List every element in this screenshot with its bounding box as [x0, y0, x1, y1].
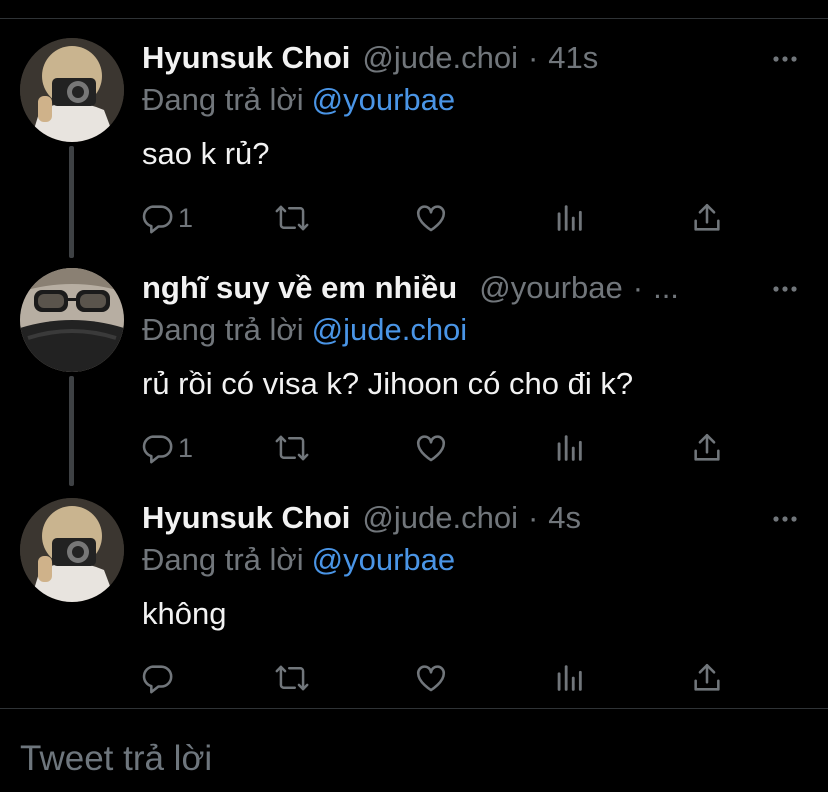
reply-icon — [140, 201, 174, 235]
tweet[interactable]: Hyunsuk Choi @jude.choi · 41s Đang trả l… — [0, 38, 828, 238]
author-name[interactable]: Hyunsuk Choi — [142, 500, 350, 536]
top-divider — [0, 18, 828, 19]
reply-count: 1 — [178, 202, 194, 233]
share-button[interactable] — [690, 428, 724, 468]
separator-dot: · — [527, 40, 539, 75]
like-icon — [414, 661, 448, 695]
author-handle[interactable]: @jude.choi — [362, 500, 518, 536]
like-button[interactable] — [414, 198, 448, 238]
avatar[interactable] — [20, 268, 124, 372]
analytics-icon — [552, 201, 586, 235]
reply-prefix: Đang trả lời — [142, 312, 304, 347]
timestamp[interactable]: 4s — [548, 500, 581, 536]
reply-count: 1 — [178, 432, 194, 463]
tweet[interactable]: nghĩ suy về em nhiều @yourbae · ... Đang… — [0, 268, 828, 468]
tweet-text: rủ rồi có visa k? Jihoon có cho đi k? — [142, 366, 634, 401]
more-icon[interactable] — [772, 46, 798, 72]
reply-button[interactable] — [140, 658, 178, 698]
author-handle[interactable]: @jude.choi — [362, 40, 518, 76]
more-icon[interactable] — [772, 276, 798, 302]
retweet-icon — [274, 201, 310, 235]
like-button[interactable] — [414, 658, 448, 698]
like-button[interactable] — [414, 428, 448, 468]
analytics-button[interactable] — [552, 198, 586, 238]
analytics-icon — [552, 661, 586, 695]
analytics-button[interactable] — [552, 428, 586, 468]
mention-link[interactable]: @yourbae — [312, 82, 456, 117]
retweet-icon — [274, 661, 310, 695]
retweet-button[interactable] — [274, 198, 310, 238]
tweet-text: không — [142, 596, 227, 631]
reply-icon — [140, 431, 174, 465]
action-bar — [140, 658, 740, 698]
separator-dot: · — [632, 270, 644, 305]
reply-button[interactable]: 1 — [140, 428, 193, 468]
share-button[interactable] — [690, 658, 724, 698]
action-bar: 1 — [140, 428, 740, 468]
tweet[interactable]: Hyunsuk Choi @jude.choi · 4s Đang trả lờ… — [0, 498, 828, 698]
retweet-button[interactable] — [274, 658, 310, 698]
timestamp[interactable]: ... — [653, 270, 679, 306]
mention-link[interactable]: @yourbae — [312, 542, 456, 577]
separator-dot: · — [527, 500, 539, 535]
avatar[interactable] — [20, 38, 124, 142]
reply-context: Đang trả lời @jude.choi — [142, 312, 467, 348]
avatar[interactable] — [20, 498, 124, 602]
share-button[interactable] — [690, 198, 724, 238]
reply-icon — [140, 661, 174, 695]
retweet-button[interactable] — [274, 428, 310, 468]
retweet-icon — [274, 431, 310, 465]
author-name[interactable]: Hyunsuk Choi — [142, 40, 350, 76]
tweet-header: Hyunsuk Choi @jude.choi · 41s — [142, 38, 598, 78]
mention-link[interactable]: @jude.choi — [312, 312, 468, 347]
like-icon — [414, 201, 448, 235]
share-icon — [690, 201, 724, 235]
share-icon — [690, 661, 724, 695]
share-icon — [690, 431, 724, 465]
reply-context: Đang trả lời @yourbae — [142, 82, 455, 118]
tweet-text: sao k rủ? — [142, 136, 270, 171]
tweet-header: nghĩ suy về em nhiều @yourbae · ... — [142, 268, 679, 308]
more-icon[interactable] — [772, 506, 798, 532]
reply-input[interactable] — [18, 736, 802, 782]
author-handle[interactable]: @yourbae — [479, 270, 623, 306]
author-name[interactable]: nghĩ suy về em nhiều — [142, 270, 457, 306]
analytics-button[interactable] — [552, 658, 586, 698]
reply-button[interactable]: 1 — [140, 198, 193, 238]
timestamp[interactable]: 41s — [548, 40, 598, 76]
analytics-icon — [552, 431, 586, 465]
reply-prefix: Đang trả lời — [142, 542, 304, 577]
like-icon — [414, 431, 448, 465]
action-bar: 1 — [140, 198, 740, 238]
reply-prefix: Đang trả lời — [142, 82, 304, 117]
reply-context: Đang trả lời @yourbae — [142, 542, 455, 578]
tweet-header: Hyunsuk Choi @jude.choi · 4s — [142, 498, 581, 538]
composer-divider — [0, 708, 828, 709]
